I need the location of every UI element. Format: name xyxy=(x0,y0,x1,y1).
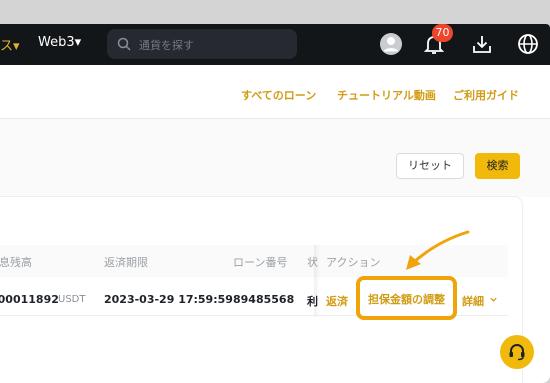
notification-badge: 70 xyxy=(432,24,453,42)
search-button[interactable]: 検索 xyxy=(475,153,520,179)
search-placeholder: 通貨を探す xyxy=(139,39,194,52)
adjust-collateral-button[interactable]: 担保金額の調整 xyxy=(356,276,457,320)
details-link[interactable]: 詳細 xyxy=(462,293,484,309)
header-interest-balance: 利息残高 xyxy=(0,256,32,269)
cell-interest-balance: 100011892 xyxy=(0,293,59,306)
cell-interest-unit: USDT xyxy=(58,294,86,305)
adjust-collateral-label: 担保金額の調整 xyxy=(368,293,445,306)
header-due-date: 返済期限 xyxy=(104,256,148,269)
filter-area xyxy=(0,119,550,197)
link-user-guide[interactable]: ご利用ガイド xyxy=(453,87,519,103)
support-chat-button[interactable] xyxy=(500,335,534,369)
search-input[interactable]: 通貨を探す xyxy=(107,29,297,59)
avatar[interactable] xyxy=(379,32,403,56)
arrow-annotation xyxy=(406,230,470,270)
link-all-loans[interactable]: すべてのローン xyxy=(241,87,316,103)
link-tutorial-video[interactable]: チュートリアル動画 xyxy=(337,87,436,103)
cell-due-date: 2023-03-29 17:59:59 xyxy=(104,293,233,306)
search-icon xyxy=(117,37,131,51)
download-icon[interactable] xyxy=(470,32,494,56)
repay-link[interactable]: 返済 xyxy=(326,293,348,309)
cell-loan-number: 89485568 xyxy=(233,293,295,306)
nav-services-menu[interactable]: ス▾ xyxy=(0,35,20,54)
headset-icon xyxy=(509,343,525,361)
cell-status: 利 xyxy=(307,295,318,308)
reset-button[interactable]: リセット xyxy=(396,153,464,179)
top-navigation-bar: ス▾ Web3▾ 通貨を探す 70 xyxy=(0,24,550,65)
chevron-down-icon[interactable] xyxy=(489,295,498,304)
header-loan-number: ローン番号 xyxy=(233,256,288,269)
nav-web3-menu[interactable]: Web3▾ xyxy=(38,35,81,50)
globe-icon[interactable] xyxy=(516,32,540,56)
screenshot-frame: ス▾ Web3▾ 通貨を探す 70 すべてのローン チュートリアル動画 ご利用ガ… xyxy=(0,0,550,383)
header-action: アクション xyxy=(326,256,381,269)
